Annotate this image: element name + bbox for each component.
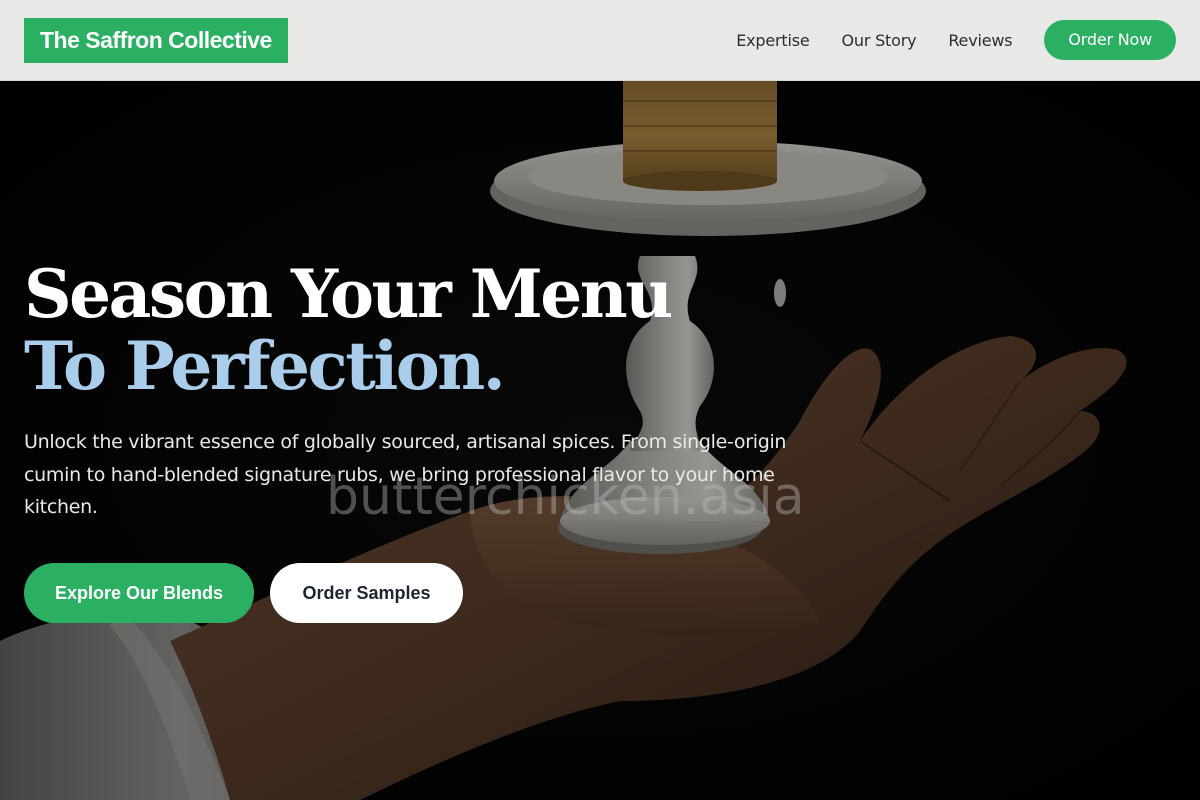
main-nav: Expertise Our Story Reviews Order Now [736, 20, 1176, 60]
nav-link-our-story[interactable]: Our Story [841, 31, 916, 50]
headline-line-1: Season Your Menu [24, 255, 673, 333]
order-samples-button[interactable]: Order Samples [270, 563, 463, 623]
hero-lead-text: Unlock the vibrant essence of globally s… [24, 431, 787, 518]
order-now-button[interactable]: Order Now [1044, 20, 1176, 60]
nav-link-reviews[interactable]: Reviews [948, 31, 1012, 50]
site-header: The Saffron Collective Expertise Our Sto… [0, 0, 1200, 81]
brand-logo[interactable]: The Saffron Collective [24, 17, 288, 63]
explore-blends-button[interactable]: Explore Our Blends [24, 563, 254, 623]
hero-headline: Season Your Menu To Perfection. [24, 255, 673, 405]
headline-line-2: To Perfection. [24, 327, 506, 405]
nav-link-expertise[interactable]: Expertise [736, 31, 809, 50]
